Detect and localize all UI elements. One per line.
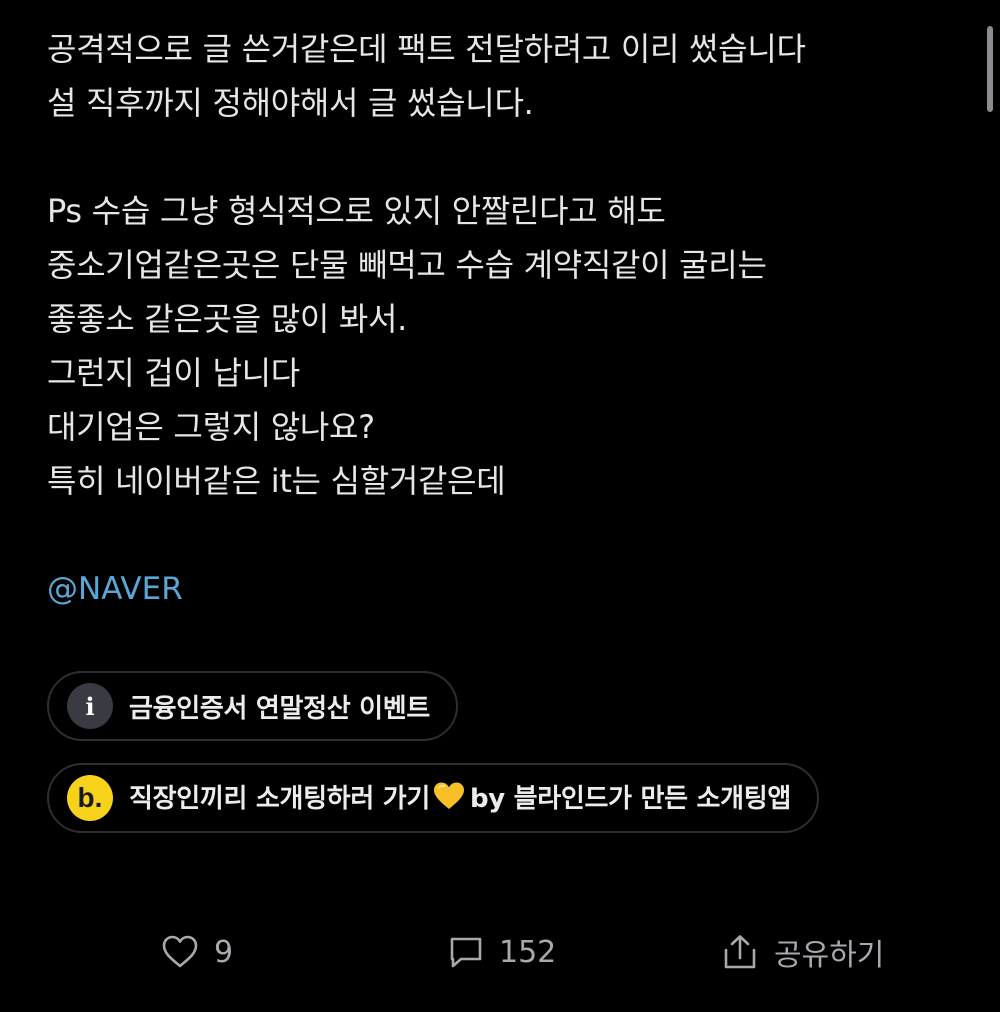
share-button[interactable]: 공유하기	[720, 930, 884, 974]
blind-dating-label: 직장인끼리 소개팅하러 가기 by 블라인드가 만든 소개팅앱	[129, 778, 791, 818]
like-button[interactable]: 9	[160, 930, 233, 974]
post-actions-bar: 9 152 공유하기	[0, 930, 1000, 974]
company-mention-link[interactable]: @NAVER	[47, 562, 947, 616]
heart-outline-icon	[160, 934, 200, 970]
post-line: 그런지 겁이 납니다	[47, 354, 300, 392]
speech-bubble-icon	[447, 934, 485, 970]
post-line: Ps 수습 그냥 형식적으로 있지 안짤린다고 해도	[47, 192, 666, 230]
like-count: 9	[214, 934, 234, 970]
post-line: 대기업은 그렇지 않나요?	[47, 408, 375, 446]
comment-count: 152	[499, 934, 557, 970]
share-label: 공유하기	[774, 938, 885, 973]
post-line: 특히 네이버같은 it는 심할거같은데	[47, 462, 506, 500]
blind-logo-icon: b.	[67, 775, 113, 821]
scrollbar[interactable]	[987, 26, 993, 112]
post-body: 공격적으로 글 쓴거같은데 팩트 전달하려고 이리 썼습니다 설 직후까지 정해…	[47, 22, 947, 616]
yellow-heart-emoji-icon	[432, 781, 466, 818]
post-line: 좋좋소 같은곳을 많이 봐서.	[47, 300, 408, 338]
blind-dating-label-by: by 블라인드가 만든 소개팅앱	[469, 784, 791, 814]
post-line: 중소기업같은곳은 단물 빼먹고 수습 계약직같이 굴리는	[47, 246, 767, 284]
share-upload-icon	[720, 933, 760, 971]
blind-dating-label-main: 직장인끼리 소개팅하러 가기	[129, 784, 430, 814]
post-line: 설 직후까지 정해야해서 글 썼습니다.	[47, 84, 534, 122]
blind-dating-chip[interactable]: b. 직장인끼리 소개팅하러 가기 by 블라인드가 만든 소개팅앱	[47, 763, 819, 833]
comment-button[interactable]: 152	[447, 930, 556, 974]
financial-cert-event-chip[interactable]: i 금융인증서 연말정산 이벤트	[47, 671, 458, 741]
post-line: 공격적으로 글 쓴거같은데 팩트 전달하려고 이리 썼습니다	[47, 30, 806, 68]
financial-cert-event-label: 금융인증서 연말정산 이벤트	[129, 693, 430, 724]
info-icon: i	[67, 683, 113, 729]
